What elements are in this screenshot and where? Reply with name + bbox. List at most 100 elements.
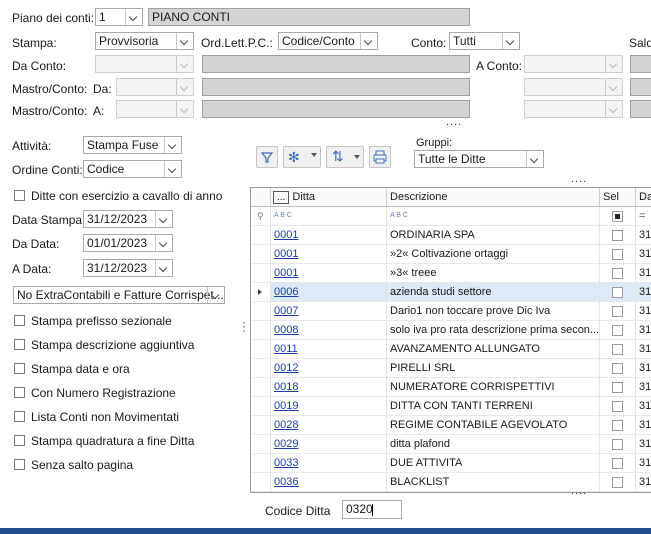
table-row[interactable]: 0033 DUE ATTIVITA 31 bbox=[251, 454, 651, 473]
da-filter-cell[interactable]: = bbox=[636, 207, 651, 226]
ditta-code-cell[interactable]: 0006 bbox=[271, 283, 387, 302]
ditta-code-link[interactable]: 0011 bbox=[274, 343, 298, 355]
ditta-code-link[interactable]: 0007 bbox=[274, 305, 298, 317]
ditta-code-link[interactable]: 0028 bbox=[274, 419, 298, 431]
option-checkbox[interactable] bbox=[14, 315, 25, 326]
option-checkbox[interactable] bbox=[14, 339, 25, 350]
table-row[interactable]: 0036 BLACKLIST 31 bbox=[251, 473, 651, 492]
ditta-code-link[interactable]: 0033 bbox=[274, 457, 298, 469]
table-row[interactable]: 0001 ORDINARIA SPA 31 bbox=[251, 226, 651, 245]
a-conto-select[interactable] bbox=[524, 55, 623, 73]
sel-cell[interactable] bbox=[600, 245, 636, 264]
mastro-a-conto-select[interactable] bbox=[524, 78, 623, 96]
mastro-a2-select[interactable] bbox=[524, 100, 623, 118]
piano-conti-select[interactable]: 1 bbox=[95, 8, 143, 26]
table-row[interactable]: 0006 azienda studi settore 31 bbox=[251, 283, 651, 302]
sel-cell[interactable] bbox=[600, 378, 636, 397]
row-select-checkbox[interactable] bbox=[612, 401, 623, 412]
row-indicator[interactable] bbox=[251, 454, 271, 473]
row-indicator[interactable] bbox=[251, 264, 271, 283]
conto-select[interactable]: Tutti bbox=[449, 32, 520, 50]
ditta-code-cell[interactable]: 0001 bbox=[271, 264, 387, 283]
table-row[interactable]: 0007 Dario1 non toccare prove Dic Iva 31 bbox=[251, 302, 651, 321]
freeze-button[interactable]: ✻ bbox=[283, 146, 321, 168]
splitter-handle[interactable]: .... bbox=[446, 116, 462, 128]
column-chooser-button[interactable]: ... bbox=[273, 191, 290, 204]
ditta-code-cell[interactable]: 0001 bbox=[271, 245, 387, 264]
ditta-code-cell[interactable]: 0011 bbox=[271, 340, 387, 359]
current-row-indicator[interactable] bbox=[251, 283, 271, 302]
ditta-code-link[interactable]: 0018 bbox=[274, 381, 298, 393]
sel-cell[interactable] bbox=[600, 340, 636, 359]
table-row[interactable]: 0008 solo iva pro rata descrizione prima … bbox=[251, 321, 651, 340]
row-select-checkbox[interactable] bbox=[612, 325, 623, 336]
attivita-select[interactable]: Stampa Fuse bbox=[83, 136, 182, 154]
ditta-code-cell[interactable]: 0012 bbox=[271, 359, 387, 378]
row-indicator[interactable] bbox=[251, 226, 271, 245]
row-indicator[interactable] bbox=[251, 359, 271, 378]
pin-icon[interactable]: ⚲ bbox=[251, 207, 271, 226]
row-select-checkbox[interactable] bbox=[612, 268, 623, 279]
ditta-code-link[interactable]: 0019 bbox=[274, 400, 298, 412]
row-select-checkbox[interactable] bbox=[612, 306, 623, 317]
table-row[interactable]: 0011 AVANZAMENTO ALLUNGATO 31 bbox=[251, 340, 651, 359]
sel-cell[interactable] bbox=[600, 397, 636, 416]
ditta-code-link[interactable]: 0001 bbox=[274, 267, 298, 279]
option-checkbox[interactable] bbox=[14, 363, 25, 374]
ditta-code-cell[interactable]: 0019 bbox=[271, 397, 387, 416]
da-data-picker[interactable]: 01/01/2023 bbox=[83, 234, 173, 252]
table-row[interactable]: 0001 »3« treee 31 bbox=[251, 264, 651, 283]
descrizione-filter-cell[interactable]: A B C bbox=[387, 207, 600, 226]
stampa-select[interactable]: Provvisoria bbox=[95, 32, 194, 50]
row-indicator[interactable] bbox=[251, 245, 271, 264]
ditta-code-cell[interactable]: 0029 bbox=[271, 435, 387, 454]
sel-cell[interactable] bbox=[600, 283, 636, 302]
mastro-da-select[interactable] bbox=[116, 78, 194, 96]
ditta-code-link[interactable]: 0036 bbox=[274, 476, 298, 488]
splitter-handle-grid[interactable]: .... bbox=[571, 173, 587, 185]
ditta-code-cell[interactable]: 0036 bbox=[271, 473, 387, 492]
print-button[interactable] bbox=[369, 146, 391, 168]
row-indicator[interactable] bbox=[251, 302, 271, 321]
sel-cell[interactable] bbox=[600, 359, 636, 378]
row-select-checkbox[interactable] bbox=[612, 477, 623, 488]
extracontabili-select[interactable]: No ExtraContabili e Fatture Corrispet... bbox=[13, 286, 225, 304]
row-indicator[interactable] bbox=[251, 473, 271, 492]
mastro-a-select[interactable] bbox=[116, 100, 194, 118]
sel-filter-cell[interactable] bbox=[600, 207, 636, 226]
filter-button[interactable] bbox=[256, 146, 278, 168]
sel-cell[interactable] bbox=[600, 454, 636, 473]
table-row[interactable]: 0029 ditta plafond 31 bbox=[251, 435, 651, 454]
ord-lett-select[interactable]: Codice/Conto bbox=[278, 32, 378, 50]
sel-cell[interactable] bbox=[600, 416, 636, 435]
ditta-code-link[interactable]: 0001 bbox=[274, 229, 298, 241]
ditta-code-cell[interactable]: 0008 bbox=[271, 321, 387, 340]
table-row[interactable]: 0001 »2« Coltivazione ortaggi 31 bbox=[251, 245, 651, 264]
row-select-checkbox[interactable] bbox=[612, 249, 623, 260]
codice-ditta-input[interactable]: 0320 bbox=[342, 500, 402, 519]
row-select-checkbox[interactable] bbox=[612, 344, 623, 355]
row-select-checkbox[interactable] bbox=[612, 458, 623, 469]
ditta-code-link[interactable]: 0029 bbox=[274, 438, 298, 450]
row-select-checkbox[interactable] bbox=[612, 287, 623, 298]
table-row[interactable]: 0018 NUMERATORE CORRISPETTIVI 31 bbox=[251, 378, 651, 397]
option-checkbox[interactable] bbox=[14, 411, 25, 422]
sel-cell[interactable] bbox=[600, 226, 636, 245]
row-select-checkbox[interactable] bbox=[612, 420, 623, 431]
row-select-checkbox[interactable] bbox=[612, 439, 623, 450]
table-row[interactable]: 0019 DITTA CON TANTI TERRENI 31 bbox=[251, 397, 651, 416]
ditta-code-link[interactable]: 0006 bbox=[274, 286, 298, 298]
sel-cell[interactable] bbox=[600, 302, 636, 321]
table-row[interactable]: 0028 REGIME CONTABILE AGEVOLATO 31 bbox=[251, 416, 651, 435]
row-select-checkbox[interactable] bbox=[612, 230, 623, 241]
ditta-code-cell[interactable]: 0007 bbox=[271, 302, 387, 321]
sel-cell[interactable] bbox=[600, 264, 636, 283]
row-indicator[interactable] bbox=[251, 435, 271, 454]
ditta-code-cell[interactable]: 0028 bbox=[271, 416, 387, 435]
sort-button[interactable]: ⇅ bbox=[326, 146, 364, 168]
row-indicator[interactable] bbox=[251, 397, 271, 416]
sel-cell[interactable] bbox=[600, 321, 636, 340]
ditta-code-link[interactable]: 0012 bbox=[274, 362, 298, 374]
ditta-filter-cell[interactable]: A B C bbox=[271, 207, 387, 226]
ditte-cavallo-checkbox[interactable] bbox=[14, 190, 25, 201]
